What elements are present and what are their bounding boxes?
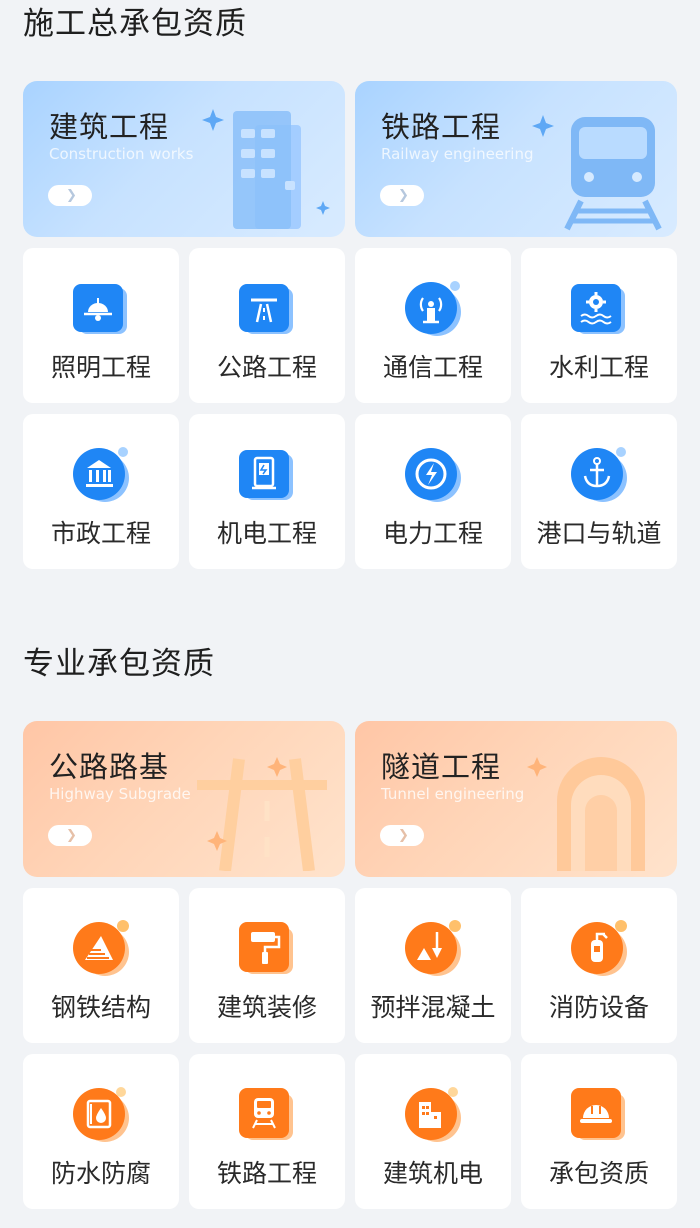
tile-label: 防水防腐 bbox=[50, 1159, 151, 1188]
tile-port-and-rail[interactable]: 港口与轨道 bbox=[521, 414, 677, 569]
hard-hat-icon bbox=[571, 1088, 625, 1140]
tile-label: 通信工程 bbox=[382, 353, 483, 382]
banner-highway-subgrade[interactable]: 公路路基 Highway Subgrade ❯ bbox=[23, 721, 345, 877]
tile-label: 钢铁结构 bbox=[50, 993, 151, 1022]
tile-ready-mixed-concrete[interactable]: 预拌混凝土 bbox=[355, 888, 511, 1043]
concrete-shovel-icon bbox=[405, 920, 461, 976]
chevron-right-icon: ❯ bbox=[66, 188, 77, 203]
road-icon bbox=[197, 757, 327, 871]
banner-title: 公路路基 bbox=[49, 750, 170, 784]
power-bolt-icon bbox=[405, 448, 461, 502]
building-icon bbox=[202, 109, 330, 229]
tile-building-electromechanical[interactable]: 建筑机电 bbox=[355, 1054, 511, 1209]
banner-arrow-button[interactable]: ❯ bbox=[380, 825, 424, 846]
tile-highway-engineering[interactable]: 公路工程 bbox=[189, 248, 345, 403]
banner-railway-engineering[interactable]: 铁路工程 Railway engineering ❯ bbox=[355, 81, 677, 237]
tile-electric-power-engineering[interactable]: 电力工程 bbox=[355, 414, 511, 569]
building-electric-icon bbox=[405, 1087, 461, 1142]
tile-label: 水利工程 bbox=[548, 353, 649, 382]
anchor-icon bbox=[571, 447, 627, 502]
tile-lighting-engineering[interactable]: 照明工程 bbox=[23, 248, 179, 403]
tile-label: 市政工程 bbox=[50, 519, 151, 548]
electromechanical-icon bbox=[239, 450, 293, 500]
tunnel-icon bbox=[527, 757, 645, 871]
tile-waterproof-anticorrosion[interactable]: 防水防腐 bbox=[23, 1054, 179, 1209]
chevron-right-icon: ❯ bbox=[66, 828, 77, 843]
banner-subtitle: Railway engineering bbox=[381, 145, 534, 163]
water-gear-icon bbox=[571, 284, 625, 334]
tile-railway-engineering[interactable]: 铁路工程 bbox=[189, 1054, 345, 1209]
tile-electromechanical-engineering[interactable]: 机电工程 bbox=[189, 414, 345, 569]
banner-arrow-button[interactable]: ❯ bbox=[380, 185, 424, 206]
signal-tower-icon bbox=[405, 281, 461, 336]
banner-tunnel-engineering[interactable]: 隧道工程 Tunnel engineering ❯ bbox=[355, 721, 677, 877]
banner-arrow-button[interactable]: ❯ bbox=[48, 825, 92, 846]
tile-communication-engineering[interactable]: 通信工程 bbox=[355, 248, 511, 403]
banner-subtitle: Construction works bbox=[49, 145, 194, 163]
tile-label: 建筑机电 bbox=[382, 1159, 483, 1188]
steel-structure-icon bbox=[73, 920, 129, 976]
train-icon bbox=[532, 115, 662, 231]
section-title: 专业承包资质 bbox=[23, 646, 215, 682]
banner-title: 铁路工程 bbox=[381, 110, 502, 144]
chevron-right-icon: ❯ bbox=[398, 188, 409, 203]
tile-label: 承包资质 bbox=[548, 1159, 649, 1188]
banner-construction-works[interactable]: 建筑工程 Construction works ❯ bbox=[23, 81, 345, 237]
tile-label: 照明工程 bbox=[50, 353, 151, 382]
tile-label: 机电工程 bbox=[216, 519, 317, 548]
tile-water-conservancy[interactable]: 水利工程 bbox=[521, 248, 677, 403]
banner-title: 隧道工程 bbox=[381, 750, 502, 784]
tile-label: 预拌混凝土 bbox=[370, 993, 496, 1022]
tile-label: 消防设备 bbox=[548, 993, 649, 1022]
tile-label: 电力工程 bbox=[382, 519, 483, 548]
lamp-icon bbox=[73, 284, 127, 334]
municipal-building-icon bbox=[73, 447, 129, 502]
tile-label: 铁路工程 bbox=[216, 1159, 317, 1188]
highway-icon bbox=[239, 284, 293, 334]
banner-arrow-button[interactable]: ❯ bbox=[48, 185, 92, 206]
tile-fire-equipment[interactable]: 消防设备 bbox=[521, 888, 677, 1043]
banner-title: 建筑工程 bbox=[49, 110, 170, 144]
banner-subtitle: Tunnel engineering bbox=[381, 785, 525, 803]
tile-label: 港口与轨道 bbox=[536, 519, 662, 548]
banner-subtitle: Highway Subgrade bbox=[49, 785, 191, 803]
chevron-right-icon: ❯ bbox=[398, 828, 409, 843]
railway-icon bbox=[239, 1088, 293, 1140]
tile-municipal-engineering[interactable]: 市政工程 bbox=[23, 414, 179, 569]
tile-steel-structure[interactable]: 钢铁结构 bbox=[23, 888, 179, 1043]
tile-label: 公路工程 bbox=[216, 353, 317, 382]
fire-extinguisher-icon bbox=[571, 920, 627, 976]
section-title: 施工总承包资质 bbox=[23, 6, 247, 42]
tile-label: 建筑装修 bbox=[216, 993, 317, 1022]
tile-contracting-qualification[interactable]: 承包资质 bbox=[521, 1054, 677, 1209]
waterproof-icon bbox=[73, 1087, 129, 1142]
tile-building-decoration[interactable]: 建筑装修 bbox=[189, 888, 345, 1043]
paint-roller-icon bbox=[239, 922, 293, 974]
